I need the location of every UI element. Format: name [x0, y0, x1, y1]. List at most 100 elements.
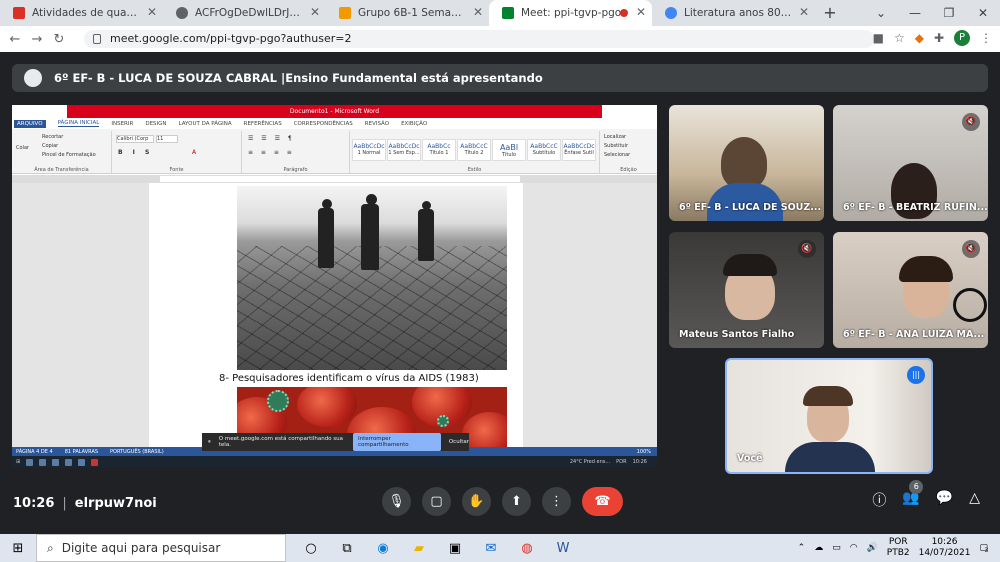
address-bar[interactable]: meet.google.com/ppi-tgvp-pgo?authuser=2 [84, 30, 874, 48]
align-icons[interactable]: ≡ ≡ ≡ ≡ [248, 149, 295, 156]
document-page[interactable]: 8- Pesquisadores identificam o vírus da … [149, 183, 523, 447]
end-call-button[interactable]: ☎ [582, 487, 623, 516]
stop-sharing-button[interactable]: Interromper compartilhamento [352, 433, 441, 451]
style-heading-1[interactable]: AaBbCc Título 1 [422, 139, 456, 161]
browser-tab[interactable]: Atividades de quarta-feira pa✕ [0, 0, 163, 26]
participant-tile[interactable]: 🔇 Mateus Santos Fialho [669, 232, 824, 348]
minimize-button[interactable]: — [898, 0, 932, 26]
maximize-button[interactable]: ❐ [932, 0, 966, 26]
close-icon[interactable]: ✕ [473, 5, 483, 19]
task-view-icon[interactable]: ⧉ [336, 541, 358, 556]
browser-tab[interactable]: ACFrOgDeDwlLDrJPaLmjBBbU✕ [163, 0, 326, 26]
style-subtitle[interactable]: AaBbCcC Subtítulo [527, 139, 561, 161]
styles-group: AaBbCcDc 1 Normal AaBbCcDc 1 Sem Esp... Aa… [350, 131, 600, 174]
globe-icon [176, 7, 188, 19]
activities-icon[interactable]: △ [969, 490, 980, 510]
present-button[interactable]: ⬆ [502, 487, 531, 516]
mail-icon[interactable]: ✉ [480, 541, 502, 556]
find-button[interactable]: Localizar [604, 134, 626, 140]
word-icon[interactable]: W [552, 541, 574, 556]
taskbar-search[interactable]: ⌕ Digite aqui para pesquisar [36, 534, 286, 562]
mic-button[interactable]: 🎙 [382, 487, 411, 516]
participant-tile[interactable]: 🔇 6º EF- B - BEATRIZ RUFIN... [833, 105, 988, 221]
new-tab-button[interactable]: + [815, 0, 845, 26]
document-area[interactable]: 8- Pesquisadores identificam o vírus da … [12, 183, 657, 447]
windows-start-icon[interactable]: ⊞ [0, 541, 36, 556]
battery-icon[interactable]: ▭ [832, 543, 841, 553]
back-button[interactable]: ← [4, 32, 26, 47]
browser-tab-active[interactable]: Meet: ppi-tgvp-pgo ✕ [489, 0, 652, 26]
ribbon-tab-insert[interactable]: INSERIR [111, 121, 133, 127]
style-no-spacing[interactable]: AaBbCcDc 1 Sem Esp... [387, 139, 421, 161]
notifications-icon[interactable]: ▢ 3 [979, 543, 988, 554]
ribbon-tab-arquivo[interactable]: ARQUIVO [14, 119, 46, 128]
close-icon[interactable]: ✕ [310, 5, 320, 19]
ribbon-tab-design[interactable]: DESIGN [145, 121, 166, 127]
bold-italic-underline-buttons[interactable]: B I S [118, 149, 153, 156]
style-subtle-emphasis[interactable]: AaBbCcDc Ênfase Sutil [562, 139, 596, 161]
wifi-icon[interactable]: ◠ [850, 543, 858, 553]
info-icon[interactable]: ⓘ [872, 490, 886, 510]
file-explorer-icon[interactable]: ▰ [408, 541, 430, 556]
ribbon-tab-home[interactable]: PÁGINA INICIAL [57, 120, 100, 127]
ring-light-icon [953, 288, 987, 322]
style-title[interactable]: AaBl Título [492, 139, 526, 161]
taskbar-clock[interactable]: 10:26 14/07/2021 [919, 537, 971, 559]
profile-avatar[interactable]: P [954, 30, 970, 46]
list-icons[interactable]: ☰ ☰ ☰ ¶ [248, 135, 295, 142]
clipboard-group: Colar Recortar Copiar Pincel de Formataç… [12, 131, 112, 174]
close-window-button[interactable]: ✕ [966, 0, 1000, 26]
chrome-icon[interactable]: ◍ [516, 541, 538, 556]
cloud-icon[interactable]: ☁ [814, 543, 823, 553]
ribbon-tab-references[interactable]: REFERÊNCIAS [244, 121, 282, 127]
edge-icon[interactable]: ◉ [372, 541, 394, 556]
browser-tab[interactable]: Literatura anos 80 - Pesquisa✕ [652, 0, 815, 26]
ribbon-tab-layout[interactable]: LAYOUT DA PÁGINA [179, 121, 232, 127]
close-icon[interactable]: ✕ [799, 5, 809, 19]
select-button[interactable]: Selecionar [604, 152, 630, 158]
camera-button[interactable]: ▢ [422, 487, 451, 516]
cut-button[interactable]: Recortar [42, 134, 63, 140]
ribbon-tab-view[interactable]: EXIBIÇÃO [401, 121, 427, 127]
mic-off-icon: 🔇 [798, 240, 816, 258]
copy-button[interactable]: Copiar [42, 143, 58, 149]
font-color-icon[interactable]: A [192, 149, 196, 156]
people-button[interactable]: 👥 6 [902, 480, 924, 510]
tab-search-icon[interactable]: ⌄ [864, 0, 898, 26]
reload-button[interactable]: ↻ [48, 32, 70, 47]
style-normal[interactable]: AaBbCcDc 1 Normal [352, 139, 386, 161]
participant-tile[interactable]: 🔇 6º EF- B - ANA LUIZA MA... [833, 232, 988, 348]
chat-icon[interactable]: 💬 [936, 490, 953, 510]
ribbon-tab-review[interactable]: REVISÃO [365, 121, 389, 127]
hide-button[interactable]: Ocultar [449, 439, 469, 445]
camera-icon[interactable]: ■ [873, 31, 884, 45]
close-icon[interactable]: ✕ [147, 5, 157, 19]
cortana-icon[interactable]: ○ [300, 541, 322, 556]
chevron-up-icon[interactable]: ⌃ [798, 543, 806, 553]
meeting-side-controls: ⓘ 👥 6 💬 △ [872, 480, 980, 510]
raise-hand-button[interactable]: ✋ [462, 487, 491, 516]
star-icon[interactable]: ☆ [894, 31, 905, 45]
self-view-tile[interactable]: ||| Você [725, 358, 933, 474]
font-name-select[interactable]: Calibri (Corp [116, 135, 154, 143]
close-icon[interactable]: ✕ [636, 5, 646, 19]
more-options-button[interactable]: ⋮ [542, 487, 571, 516]
replace-button[interactable]: Substituir [604, 143, 628, 149]
extension-shield-icon[interactable]: ◆ [915, 31, 924, 45]
language-indicator[interactable]: POR PTB2 [887, 537, 910, 559]
format-painter-button[interactable]: Pincel de Formatação [42, 152, 96, 158]
style-heading-2[interactable]: AaBbCcC Título 2 [457, 139, 491, 161]
font-size-select[interactable]: 11 [156, 135, 178, 143]
browser-tab[interactable]: Grupo 6B-1 Semana do Carn✕ [326, 0, 489, 26]
ribbon-tab-mailings[interactable]: CORRESPONDÊNCIAS [294, 121, 353, 127]
mic-off-icon: 🔇 [962, 113, 980, 131]
participant-count-badge: 6 [909, 480, 924, 494]
paste-button[interactable]: Colar [16, 145, 29, 151]
participant-tile[interactable]: 6º EF- B - LUCA DE SOUZ... [669, 105, 824, 221]
puzzle-icon[interactable]: ✚ [934, 31, 944, 45]
menu-icon[interactable]: ⋮ [980, 31, 992, 45]
store-icon[interactable]: ▣ [444, 541, 466, 556]
forward-button[interactable]: → [26, 32, 48, 47]
system-tray: ⌃ ☁ ▭ ◠ 🔊 POR PTB2 10:26 14/07/2021 ▢ 3 [798, 537, 989, 559]
volume-icon[interactable]: 🔊 [867, 543, 878, 553]
